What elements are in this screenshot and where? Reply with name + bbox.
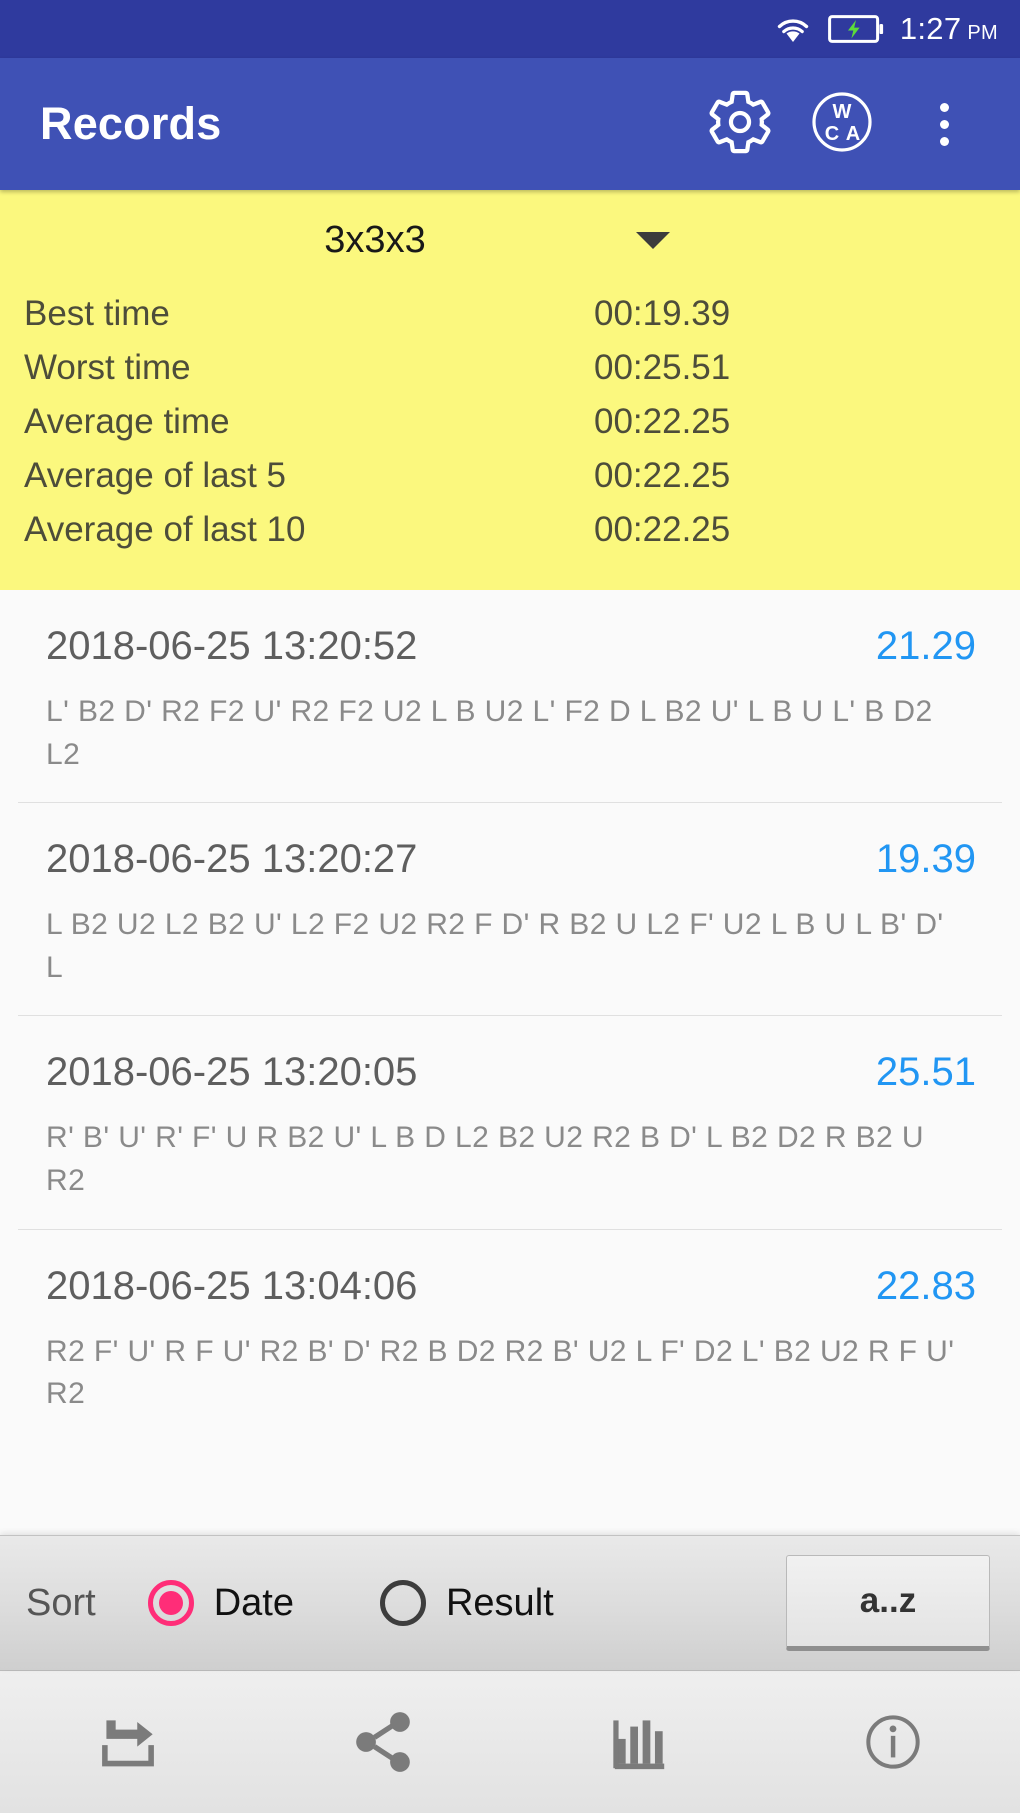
svg-text:A: A bbox=[846, 123, 860, 145]
overflow-menu-button[interactable] bbox=[898, 78, 990, 170]
gear-icon bbox=[705, 87, 775, 162]
battery-charging-icon bbox=[827, 14, 884, 44]
record-header: 2018-06-25 13:20:05 25.51 bbox=[0, 1016, 1020, 1113]
radio-button-date[interactable] bbox=[147, 1580, 194, 1626]
export-button[interactable] bbox=[0, 1671, 255, 1813]
status-bar-clock: 1:27 PM bbox=[900, 11, 998, 47]
export-icon bbox=[91, 1705, 165, 1779]
settings-button[interactable] bbox=[694, 78, 786, 170]
wifi-icon bbox=[774, 14, 812, 44]
record-item[interactable]: 2018-06-25 13:20:27 19.39 L B2 U2 L2 B2 … bbox=[0, 803, 1020, 1017]
stats-row: Average of last 5 00:22.25 bbox=[24, 456, 996, 510]
record-header: 2018-06-25 13:20:52 21.29 bbox=[0, 590, 1020, 687]
stat-label: Average time bbox=[24, 402, 230, 441]
record-scramble: L' B2 D' R2 F2 U' R2 F2 U2 L B U2 L' F2 … bbox=[46, 695, 933, 771]
record-result: 19.39 bbox=[875, 837, 976, 882]
clock-time: 1:27 bbox=[899, 11, 962, 46]
puzzle-selector[interactable]: 3x3x3 bbox=[0, 204, 1020, 276]
stats-row: Average time 00:22.25 bbox=[24, 402, 996, 456]
stat-label: Worst time bbox=[24, 348, 191, 387]
app-root: 1:27 PM Records W C A 3x3x3 Best time 00… bbox=[0, 0, 1020, 1813]
stats-row: Worst time 00:25.51 bbox=[24, 348, 996, 402]
status-bar-icons: 1:27 PM bbox=[774, 11, 998, 47]
sort-order-button[interactable]: a..z bbox=[786, 1555, 990, 1651]
stats-row: Best time 00:19.39 bbox=[24, 294, 996, 348]
radio-button-result[interactable] bbox=[379, 1580, 426, 1626]
app-bar-actions: W C A bbox=[694, 78, 990, 170]
record-result: 22.83 bbox=[875, 1263, 976, 1308]
record-header: 2018-06-25 13:04:06 22.83 bbox=[0, 1230, 1020, 1327]
record-date: 2018-06-25 13:20:05 bbox=[46, 1050, 418, 1095]
overflow-menu-icon bbox=[939, 102, 949, 146]
record-result: 25.51 bbox=[875, 1050, 976, 1095]
sort-option-result[interactable]: Result bbox=[379, 1580, 554, 1626]
stat-value: 00:22.25 bbox=[594, 456, 731, 495]
record-date: 2018-06-25 13:20:27 bbox=[46, 837, 418, 882]
share-button[interactable] bbox=[255, 1671, 510, 1813]
stat-label: Average of last 5 bbox=[24, 456, 287, 495]
record-result: 21.29 bbox=[875, 624, 976, 668]
stat-label: Best time bbox=[24, 294, 170, 333]
stat-value: 00:19.39 bbox=[594, 294, 731, 333]
svg-text:C: C bbox=[825, 123, 839, 145]
statistics-button[interactable] bbox=[510, 1671, 765, 1813]
bottom-toolbar bbox=[0, 1670, 1020, 1813]
stats-panel: 3x3x3 Best time 00:19.39 Worst time 00:2… bbox=[0, 190, 1020, 590]
records-list[interactable]: 2018-06-25 13:20:52 21.29 L' B2 D' R2 F2… bbox=[0, 590, 1020, 1535]
chevron-down-icon bbox=[636, 231, 670, 249]
status-bar: 1:27 PM bbox=[0, 0, 1020, 58]
record-header: 2018-06-25 13:20:27 19.39 bbox=[0, 803, 1020, 900]
clock-ampm: PM bbox=[967, 22, 998, 44]
stats-list: Best time 00:19.39 Worst time 00:25.51 A… bbox=[0, 276, 1020, 564]
page-title: Records bbox=[40, 98, 222, 149]
sort-bar: Sort Date Result a..z bbox=[0, 1535, 1020, 1670]
puzzle-selector-value: 3x3x3 bbox=[324, 218, 426, 261]
record-scramble: R' B' U' R' F' U R B2 U' L B D L2 B2 U2 … bbox=[46, 1121, 924, 1197]
record-item[interactable]: 2018-06-25 13:20:52 21.29 L' B2 D' R2 F2… bbox=[0, 590, 1020, 804]
stat-value: 00:22.25 bbox=[594, 510, 731, 549]
app-bar: Records W C A bbox=[0, 58, 1020, 190]
sort-option-date[interactable]: Date bbox=[147, 1580, 294, 1626]
info-button[interactable] bbox=[765, 1671, 1020, 1813]
stat-label: Average of last 10 bbox=[24, 510, 306, 549]
sort-option-date-label: Date bbox=[213, 1581, 294, 1624]
sort-label: Sort bbox=[26, 1581, 96, 1624]
record-date: 2018-06-25 13:04:06 bbox=[46, 1263, 418, 1308]
record-scramble: L B2 U2 L2 B2 U' L2 F2 U2 R2 F D' R B2 U… bbox=[46, 908, 944, 984]
stat-value: 00:25.51 bbox=[594, 348, 731, 387]
wca-button[interactable]: W C A bbox=[796, 78, 888, 170]
record-item[interactable]: 2018-06-25 13:20:05 25.51 R' B' U' R' F'… bbox=[0, 1016, 1020, 1230]
wca-icon: W C A bbox=[806, 86, 878, 163]
bar-chart-icon bbox=[601, 1705, 675, 1779]
svg-text:W: W bbox=[833, 101, 852, 123]
record-item[interactable]: 2018-06-25 13:04:06 22.83 R2 F' U' R F U… bbox=[0, 1230, 1020, 1442]
info-icon bbox=[856, 1705, 930, 1779]
share-icon bbox=[346, 1705, 420, 1779]
stats-row: Average of last 10 00:22.25 bbox=[24, 510, 996, 564]
stat-value: 00:22.25 bbox=[594, 402, 731, 441]
record-date: 2018-06-25 13:20:52 bbox=[46, 624, 418, 668]
record-scramble: R2 F' U' R F U' R2 B' D' R2 B D2 R2 B' U… bbox=[46, 1334, 955, 1411]
sort-option-result-label: Result bbox=[445, 1581, 554, 1624]
